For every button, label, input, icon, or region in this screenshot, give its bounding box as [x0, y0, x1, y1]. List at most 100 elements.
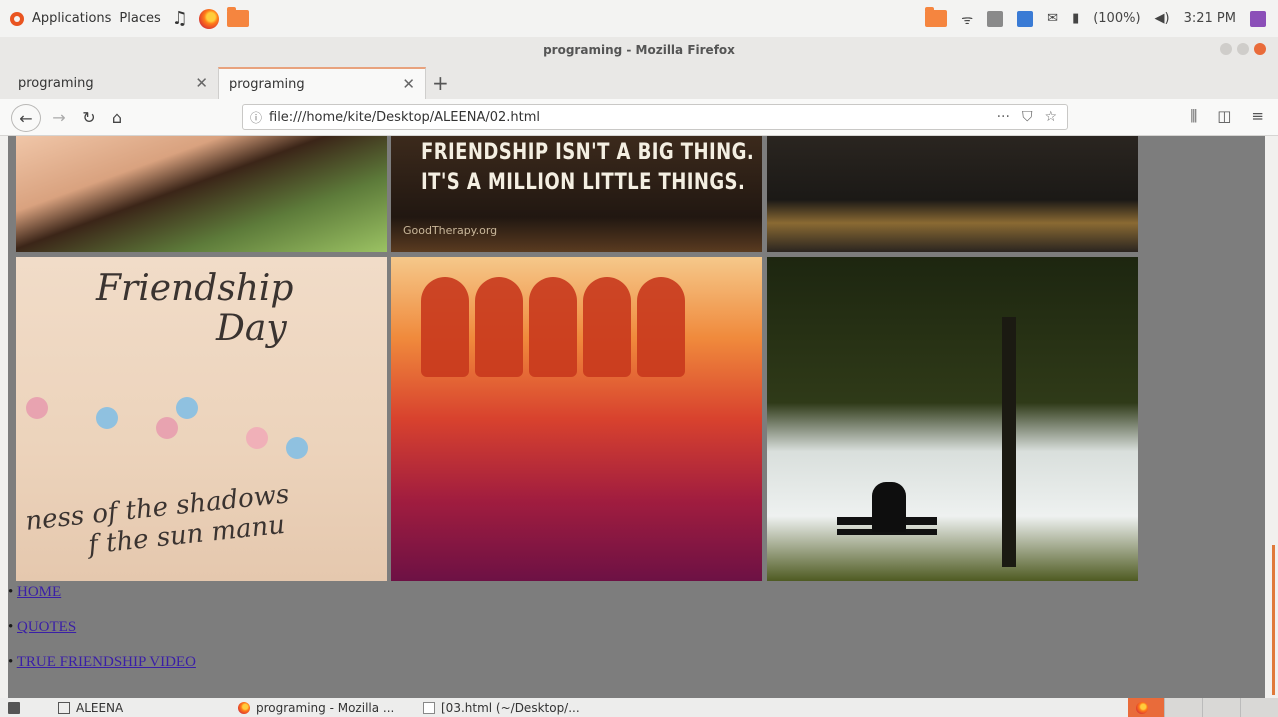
mail-indicator-icon[interactable]	[987, 10, 1004, 27]
window-title-bar: programing - Mozilla Firefox	[0, 37, 1278, 63]
true-friendship-video-link[interactable]: TRUE FRIENDSHIP VIDEO	[17, 654, 196, 670]
show-desktop-button[interactable]	[0, 698, 50, 717]
minimize-button[interactable]	[1220, 43, 1232, 55]
session-menu-icon[interactable]	[1250, 10, 1266, 27]
vertical-scrollbar[interactable]	[1265, 136, 1278, 698]
couple-bench-tree-image	[767, 257, 1138, 581]
workspace-switcher-1[interactable]	[1128, 698, 1164, 717]
address-bar[interactable]: ⓘ file:///home/kite/Desktop/ALEENA/02.ht…	[242, 104, 1068, 130]
maximize-button[interactable]	[1237, 43, 1249, 55]
quotes-link[interactable]: QUOTES	[17, 619, 76, 635]
site-info-icon[interactable]: ⓘ	[243, 109, 269, 126]
battery-percentage: (100%)	[1093, 11, 1141, 26]
taskbar-item-aleena[interactable]: ALEENA	[50, 698, 230, 717]
hands-soil-image	[16, 136, 387, 252]
taskbar-item-label: [03.html (~/Desktop/...	[441, 700, 580, 715]
taskbar-item-editor[interactable]: [03.html (~/Desktop/...	[415, 698, 605, 717]
wifi-icon[interactable]: ᯤ	[961, 10, 973, 28]
bookmark-star-icon[interactable]: ☆	[1044, 109, 1057, 125]
flower-decoration	[286, 437, 308, 459]
image-gallery: FRIENDSHIP ISN'T A BIG THING. IT'S A MIL…	[16, 136, 1138, 581]
close-tab-icon[interactable]: ✕	[402, 75, 415, 93]
flower-decoration	[176, 397, 198, 419]
reload-button[interactable]: ↻	[78, 104, 100, 130]
flower-decoration	[246, 427, 268, 449]
paper-figure	[637, 277, 685, 377]
card-verse: ness of the shadows f the sun manu	[24, 479, 294, 566]
quote-line-2: IT'S A MILLION LITTLE THINGS.	[421, 170, 746, 195]
envelope-icon[interactable]: ✉	[1047, 11, 1058, 26]
hamburger-menu-icon[interactable]: ≡	[1251, 107, 1264, 125]
bluetooth-icon[interactable]	[1017, 10, 1034, 27]
back-button[interactable]: ←	[11, 104, 41, 132]
flower-decoration	[96, 407, 118, 429]
firefox-launcher-icon[interactable]	[198, 8, 219, 29]
tab-strip: programing ✕ programing ✕ +	[0, 63, 1278, 100]
quote-text: FRIENDSHIP ISN'T A BIG THING. IT'S A MIL…	[421, 138, 754, 198]
card-title-line-2: Day	[216, 308, 287, 349]
taskbar-item-label: programing - Mozilla ...	[256, 700, 395, 715]
flower-decoration	[156, 417, 178, 439]
list-item: • TRUE FRIENDSHIP VIDEO	[8, 654, 196, 670]
paper-figure	[583, 277, 631, 377]
applications-menu[interactable]: Applications	[32, 11, 111, 26]
clock[interactable]: 3:21 PM	[1184, 11, 1236, 26]
friendship-day-card-image: Friendship Day ness of the shadows f the…	[16, 257, 387, 581]
taskbar-item-firefox[interactable]: programing - Mozilla ...	[230, 698, 415, 717]
tree-trunk	[1002, 317, 1016, 567]
flower-decoration	[26, 397, 48, 419]
page-actions-icon[interactable]: ···	[997, 109, 1010, 125]
list-item: • QUOTES	[8, 619, 77, 635]
card-title: Friendship Day	[96, 269, 293, 349]
music-player-icon[interactable]: ♫	[169, 8, 191, 30]
text-editor-icon	[423, 701, 435, 714]
card-title-line-1: Friendship	[96, 268, 294, 309]
list-item: • HOME	[8, 584, 62, 600]
taskbar-item-label: ALEENA	[76, 700, 124, 715]
bottom-taskbar: ALEENA programing - Mozilla ... [03.html…	[0, 698, 1278, 717]
scrollbar-thumb[interactable]	[1272, 545, 1275, 695]
paper-figure	[421, 277, 469, 377]
folder-window-icon	[58, 701, 70, 714]
workspace-switcher-2[interactable]	[1164, 698, 1202, 717]
ubuntu-logo-icon[interactable]	[10, 11, 24, 26]
navigation-toolbar: ← → ↻ ⌂ ⓘ file:///home/kite/Desktop/ALEE…	[0, 99, 1278, 136]
volume-icon[interactable]: ◀)	[1155, 11, 1170, 26]
new-tab-button[interactable]: +	[432, 71, 449, 95]
system-top-panel: Applications Places ♫ ᯤ ✉ ▮ (100%) ◀) 3:…	[0, 0, 1278, 37]
firefox-icon	[1136, 701, 1148, 714]
tab-programing-1[interactable]: programing ✕	[8, 67, 218, 99]
tab-label: programing	[229, 76, 305, 92]
desktop-icon	[8, 701, 20, 714]
silhouettes-image	[767, 136, 1138, 252]
paper-figures	[421, 277, 741, 397]
tab-programing-2[interactable]: programing ✕	[218, 67, 426, 99]
library-icon[interactable]: ⫼	[1190, 107, 1197, 125]
paper-figure	[529, 277, 577, 377]
window-title: programing - Mozilla Firefox	[543, 43, 735, 57]
places-menu[interactable]: Places	[119, 11, 160, 26]
battery-icon[interactable]: ▮	[1072, 11, 1079, 26]
tab-label: programing	[18, 75, 94, 91]
paper-chain-people-image	[391, 257, 762, 581]
quote-credit: GoodTherapy.org	[403, 224, 498, 237]
close-window-button[interactable]	[1254, 43, 1266, 55]
url-text[interactable]: file:///home/kite/Desktop/ALEENA/02.html	[269, 110, 997, 125]
workspace-switcher-3[interactable]	[1202, 698, 1240, 717]
sidebar-icon[interactable]: ◫	[1217, 107, 1231, 125]
home-link[interactable]: HOME	[17, 584, 61, 600]
firefox-icon	[238, 701, 250, 714]
files-launcher-icon[interactable]	[226, 7, 249, 27]
quote-line-1: FRIENDSHIP ISN'T A BIG THING.	[421, 140, 755, 165]
couple-silhouette	[872, 482, 906, 532]
folder-tray-icon[interactable]	[925, 7, 948, 27]
close-tab-icon[interactable]: ✕	[195, 74, 208, 92]
page-nav-list: • HOME • QUOTES • TRUE FRIENDSHIP VIDEO	[8, 580, 408, 685]
home-button[interactable]: ⌂	[106, 104, 128, 130]
window-controls	[1220, 43, 1266, 55]
forward-button[interactable]: →	[48, 104, 70, 130]
paper-figure	[475, 277, 523, 377]
page-content: FRIENDSHIP ISN'T A BIG THING. IT'S A MIL…	[8, 136, 1265, 698]
workspace-switcher-4[interactable]	[1240, 698, 1278, 717]
pocket-icon[interactable]: ⛉	[1022, 109, 1033, 125]
